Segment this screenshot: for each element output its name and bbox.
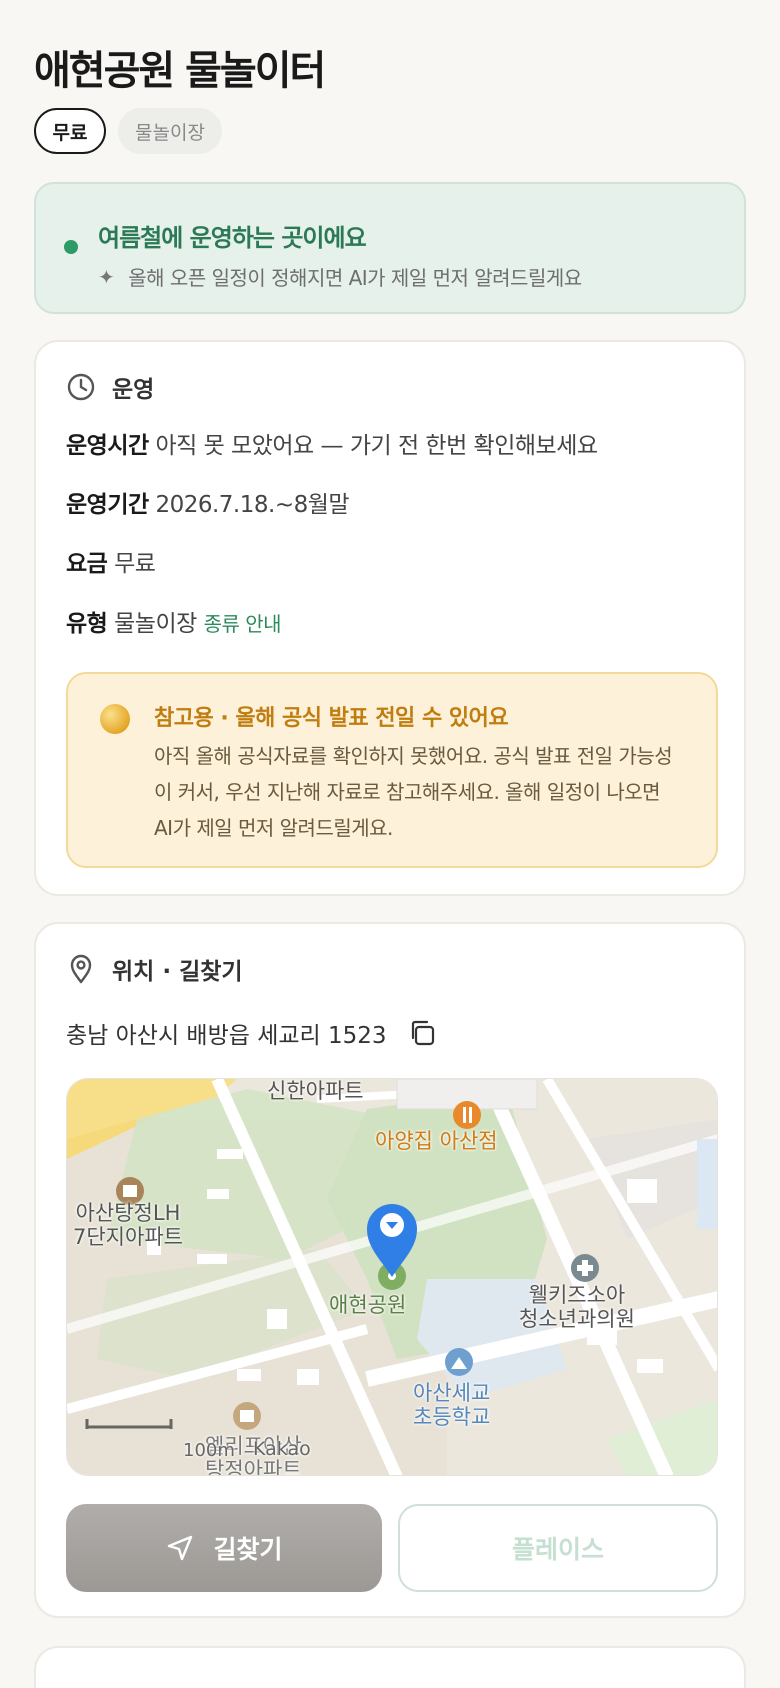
type-guide-link[interactable]: 종류 안내: [204, 612, 282, 636]
notice-body: 아직 올해 공식자료를 확인하지 못했어요. 공식 발표 전일 가능성이 커서,…: [154, 744, 673, 840]
map-label-clinic-line2: 청소년과의원: [519, 1307, 635, 1331]
type-label: 유형: [66, 611, 108, 637]
operation-card: 운영 운영시간 아직 못 모았어요 — 가기 전 한번 확인해보세요 운영기간 …: [34, 340, 746, 896]
notice-title: 참고용 · 올해 공식 발표 전일 수 있어요: [154, 706, 509, 731]
season-banner-subtitle-text: 올해 오픈 일정이 정해지면 AI가 제일 먼저 알려드릴게요: [128, 266, 582, 290]
map-label-restaurant: 아양집 아산점: [375, 1129, 498, 1153]
status-dot-icon: [64, 240, 78, 254]
copy-icon[interactable]: [407, 1018, 437, 1048]
place-button[interactable]: 플레이스: [398, 1504, 718, 1592]
directions-button[interactable]: 길찾기: [66, 1504, 382, 1592]
period-row: 운영기간 2026.7.18.~8월말: [66, 485, 350, 519]
page-title: 애현공원 물놀이터: [34, 48, 326, 94]
type-value: 물놀이장: [114, 611, 197, 637]
season-banner: 여름철에 운영하는 곳이에요 ✦ 올해 오픈 일정이 정해지면 AI가 제일 먼…: [34, 182, 746, 314]
map-label-apt-left: 아산탕정LH 7단지아파트: [73, 1201, 183, 1249]
type-row: 유형 물놀이장 종류 안내: [66, 604, 282, 638]
fee-label: 요금: [66, 551, 108, 577]
season-banner-title: 여름철에 운영하는 곳이에요: [98, 224, 367, 252]
chip-free[interactable]: 무료: [34, 108, 106, 154]
fee-value: 무료: [114, 551, 156, 577]
map-label-apt-top: 신한아파트: [267, 1079, 364, 1103]
map-attribution: Kakao: [253, 1438, 311, 1460]
address-row: 충남 아산시 배방읍 세교리 1523: [66, 1016, 437, 1050]
fee-row: 요금 무료: [66, 544, 156, 578]
hours-row: 운영시간 아직 못 모았어요 — 가기 전 한번 확인해보세요: [66, 426, 598, 460]
location-header: 위치 · 길찾기: [66, 952, 243, 986]
navigation-arrow-icon: [168, 1535, 193, 1561]
map-label-school-line2: 초등학교: [413, 1405, 491, 1429]
operation-title: 운영: [112, 377, 155, 403]
map-label-park: 애현공원: [329, 1293, 407, 1317]
map-label-clinic-line1: 웰키즈소아: [528, 1283, 626, 1307]
map-label-school: 아산세교 초등학교: [413, 1381, 490, 1429]
period-label: 운영기간: [66, 492, 149, 518]
address-text: 충남 아산시 배방읍 세교리 1523: [66, 1023, 387, 1049]
hours-value: 아직 못 모았어요 — 가기 전 한번 확인해보세요: [155, 433, 598, 459]
chip-type[interactable]: 물놀이장: [118, 108, 222, 154]
location-pin-icon: [70, 954, 92, 984]
map-label-apt-left-line2: 7단지아파트: [73, 1225, 183, 1249]
clock-icon: [67, 373, 95, 401]
reference-notice: 참고용 · 올해 공식 발표 전일 수 있어요 아직 올해 공식자료를 확인하지…: [66, 672, 718, 868]
directions-button-label: 길찾기: [213, 1535, 283, 1564]
map-label-school-line1: 아산세교: [413, 1381, 491, 1405]
season-banner-subtitle: ✦ 올해 오픈 일정이 정해지면 AI가 제일 먼저 알려드릴게요: [98, 262, 582, 291]
location-title: 위치 · 길찾기: [112, 959, 243, 985]
map-label-clinic: 웰키즈소아 청소년과의원: [519, 1283, 635, 1331]
coin-icon: [100, 704, 130, 734]
period-value: 2026.7.18.~8월말: [155, 492, 350, 518]
location-card: 위치 · 길찾기 충남 아산시 배방읍 세교리 1523 신한아파트 아양집 아…: [34, 922, 746, 1618]
next-card: [34, 1646, 746, 1688]
sparkle-icon: ✦: [98, 264, 115, 289]
map-scale-label: 100m: [183, 1440, 235, 1461]
map-label-apt-left-line1: 아산탕정LH: [75, 1201, 181, 1225]
operation-header: 운영: [66, 370, 154, 404]
hours-label: 운영시간: [66, 433, 149, 459]
map-view[interactable]: 신한아파트 아양집 아산점 아산탕정LH 7단지아파트 애현공원 웰키즈소아 청…: [66, 1078, 718, 1476]
